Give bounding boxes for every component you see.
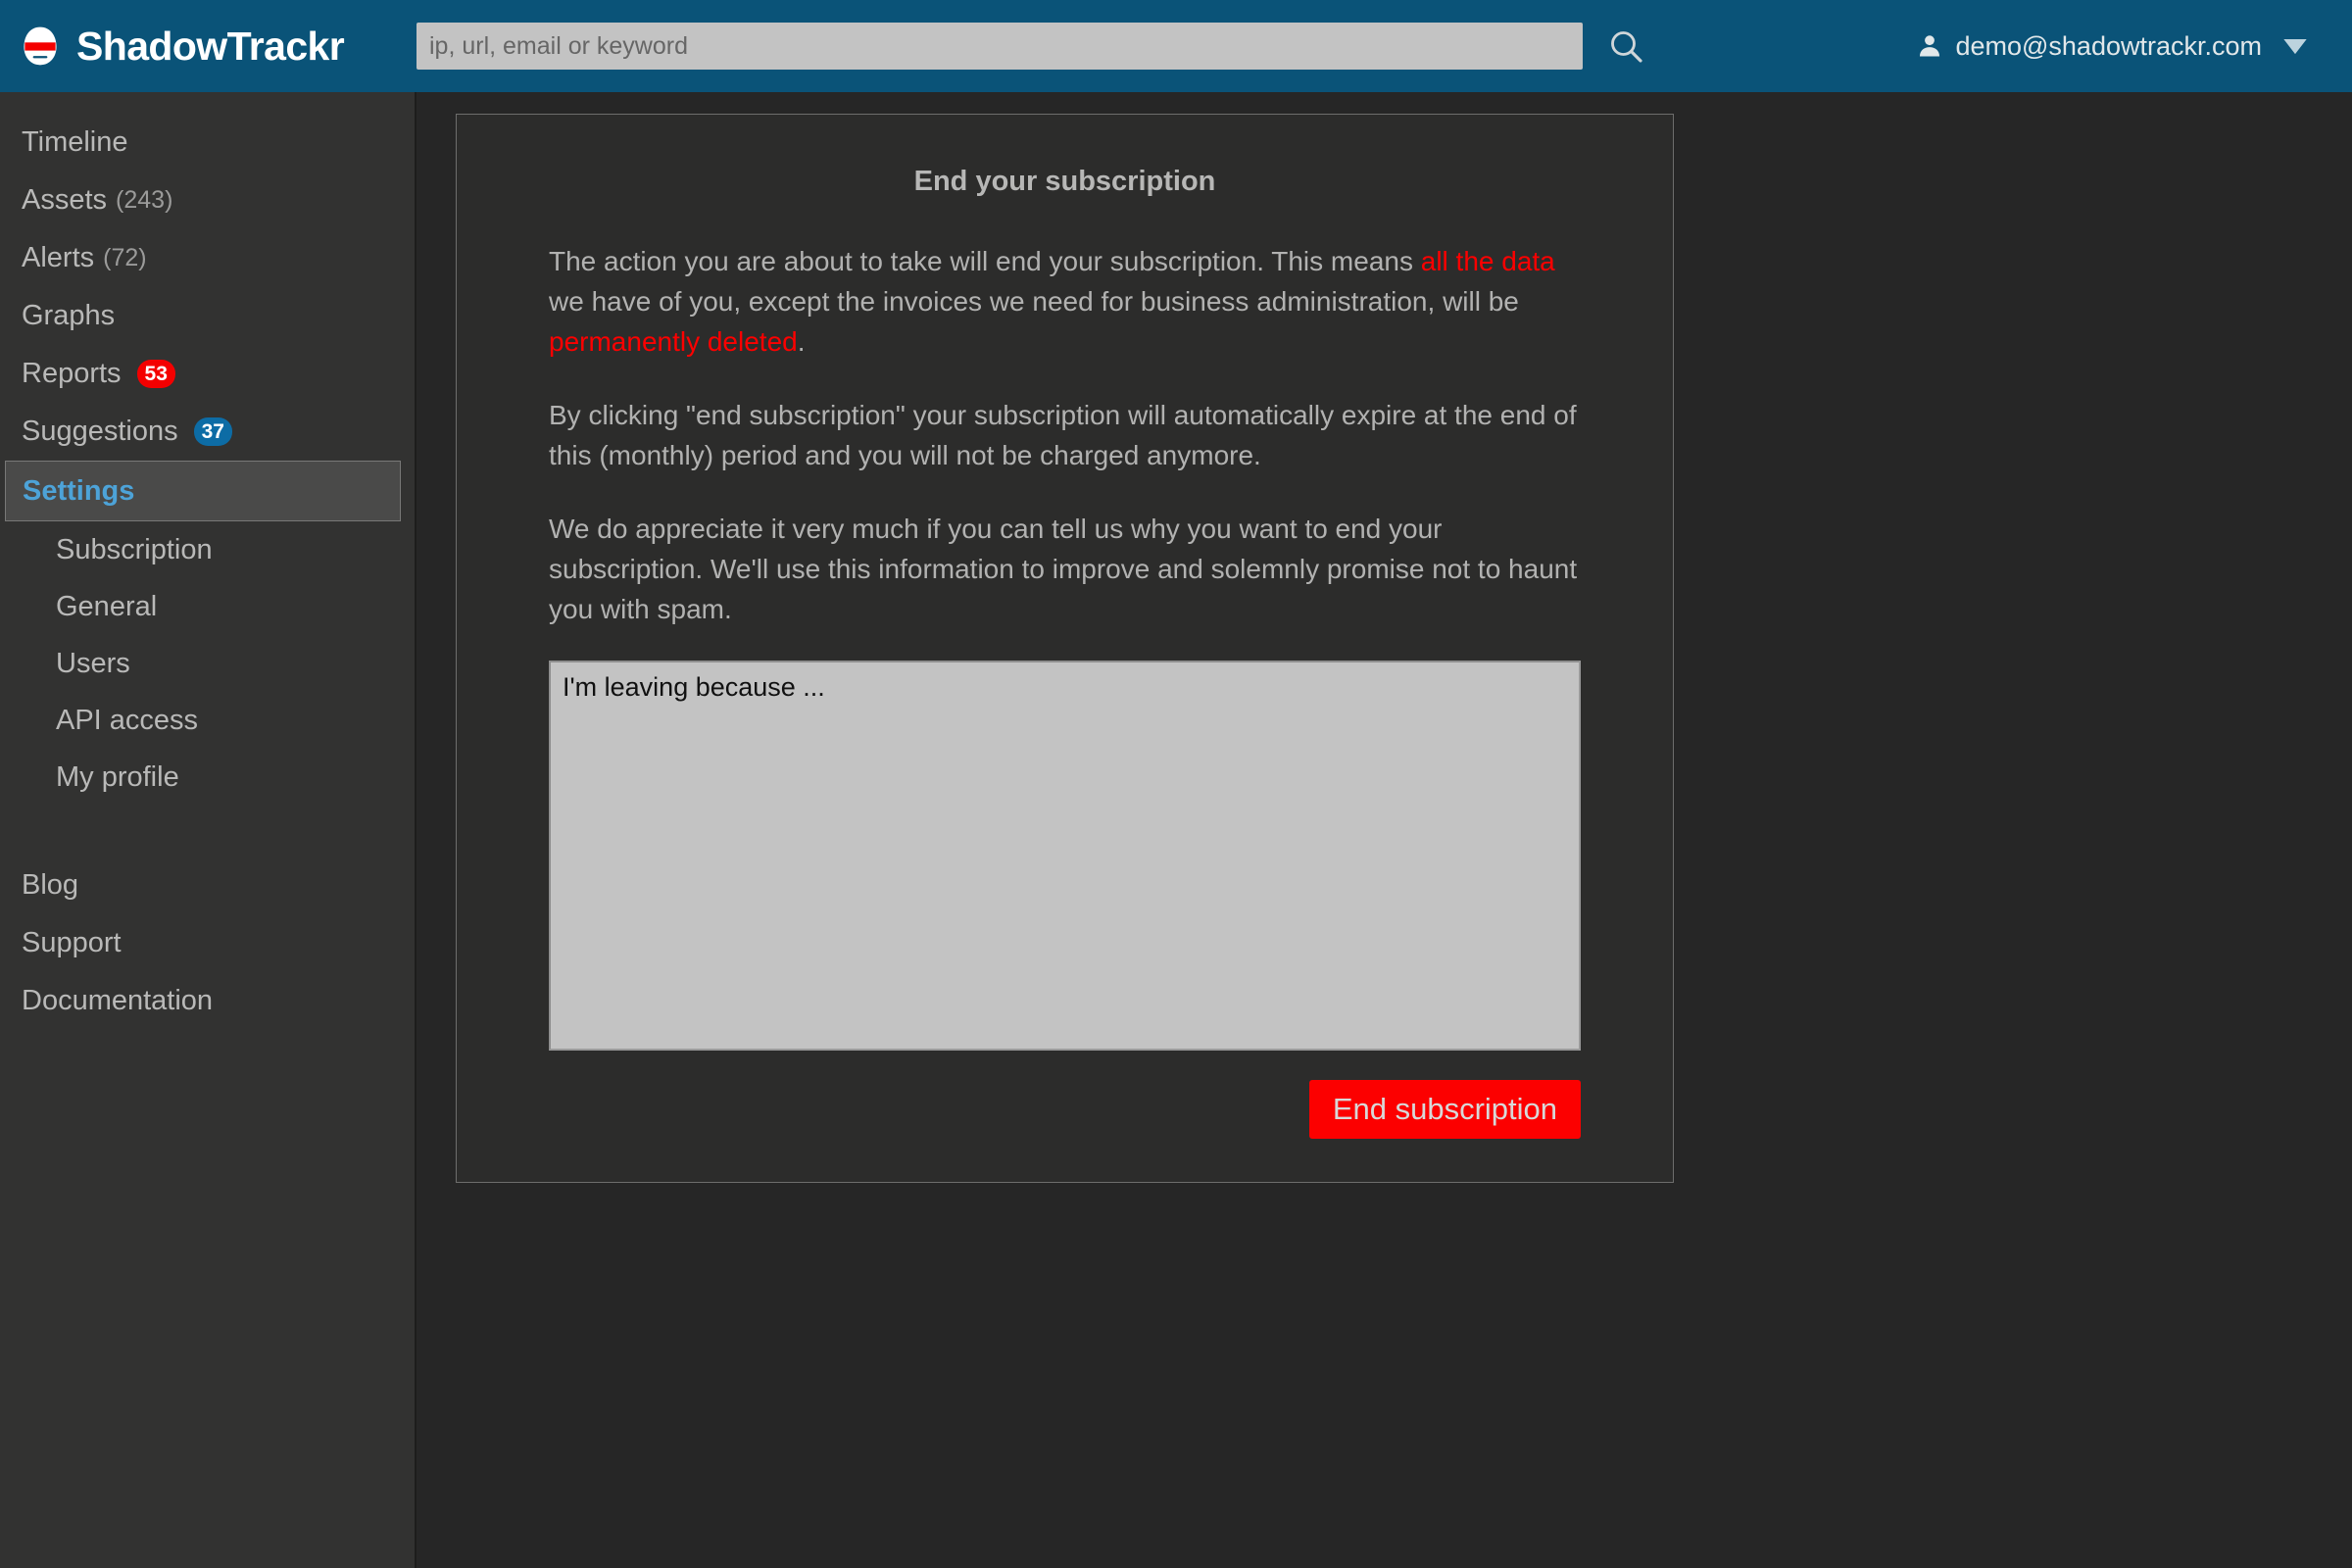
sidebar-item-timeline[interactable]: Timeline [0,114,415,172]
end-subscription-card: End your subscription The action you are… [456,114,1674,1183]
sidebar-item-label: Settings [23,474,135,507]
search-input[interactable] [416,23,1583,70]
paragraph-warning-part3: . [797,326,806,357]
sidebar-item-label: Support [22,927,122,958]
paragraph-expiry: By clicking "end subscription" your subs… [549,400,1577,470]
sidebar-item-label: Suggestions [22,416,178,447]
sidebar-divider-gap [0,806,415,857]
card-actions: End subscription [494,1051,1636,1139]
sidebar-item-label: Graphs [22,300,116,331]
sidebar-item-label: Assets [22,184,108,216]
sidebar-item-label: Timeline [22,126,128,158]
paragraph-warning-part1: The action you are about to take will en… [549,246,1421,276]
sidebar-subitem-label: Subscription [56,533,213,565]
sidebar-item-settings[interactable]: Settings [5,461,401,521]
sidebar-item-graphs[interactable]: Graphs [0,287,415,345]
sidebar-subitem-label: Users [56,647,130,679]
sidebar-item-my-profile[interactable]: My profile [0,749,415,806]
page-title: End your subscription [913,166,1216,197]
sidebar-item-users[interactable]: Users [0,635,415,692]
sidebar-item-label: Alerts [22,242,95,273]
sidebar-item-blog[interactable]: Blog [0,857,415,914]
sidebar-item-alerts[interactable]: Alerts (72) [0,229,415,287]
chevron-down-icon[interactable] [2281,36,2309,56]
sidebar-item-suggestions[interactable]: Suggestions 37 [0,403,415,461]
feedback-area-wrap [494,661,1636,1051]
feedback-textarea[interactable] [549,661,1581,1051]
sidebar-subitem-label: My profile [56,760,179,793]
user-icon [1916,32,1943,60]
app-root: ShadowTrackr demo@shadowtrackr.com [0,0,2352,1568]
sidebar-item-count: (243) [116,186,173,214]
body: Timeline Assets (243) Alerts (72) Graphs… [0,92,2352,1568]
user-email: demo@shadowtrackr.com [1955,30,2262,61]
paragraph-warning-part2: we have of you, except the invoices we n… [549,286,1519,317]
sidebar-item-subscription[interactable]: Subscription [0,521,415,578]
sidebar-subitem-label: General [56,590,158,622]
paragraph-warning-danger2: permanently deleted [549,326,798,357]
sidebar-item-count: (72) [103,244,147,271]
search-icon [1611,31,1642,63]
paragraph-feedback-request: We do appreciate it very much if you can… [549,514,1578,624]
paragraph-warning-danger1: all the data [1420,246,1555,276]
sidebar-subitem-label: API access [56,704,199,736]
sidebar-item-label: Reports [22,358,122,389]
sidebar-item-general[interactable]: General [0,578,415,635]
sidebar-item-reports[interactable]: Reports 53 [0,345,415,403]
brand-name: ShadowTrackr [76,23,345,69]
sidebar-item-label: Blog [22,869,79,901]
sidebar-item-support[interactable]: Support [0,914,415,972]
status-badge: 53 [136,360,175,388]
paragraph-warning: The action you are about to take will en… [494,241,1636,362]
search-area [416,21,1651,72]
end-subscription-button[interactable]: End subscription [1308,1080,1581,1139]
main-content: End your subscription The action you are… [416,92,2352,1568]
sidebar: Timeline Assets (243) Alerts (72) Graphs… [0,92,416,1568]
helmet-logo-icon [18,24,63,69]
brand[interactable]: ShadowTrackr [0,24,416,70]
sidebar-item-documentation[interactable]: Documentation [0,972,415,1030]
sidebar-item-assets[interactable]: Assets (243) [0,172,415,229]
sidebar-item-label: Documentation [22,985,214,1016]
search-button[interactable] [1600,21,1651,72]
top-bar: ShadowTrackr demo@shadowtrackr.com [0,0,2352,92]
user-menu[interactable]: demo@shadowtrackr.com [1916,31,2309,62]
sidebar-item-api-access[interactable]: API access [0,692,415,749]
status-badge: 37 [193,417,232,446]
